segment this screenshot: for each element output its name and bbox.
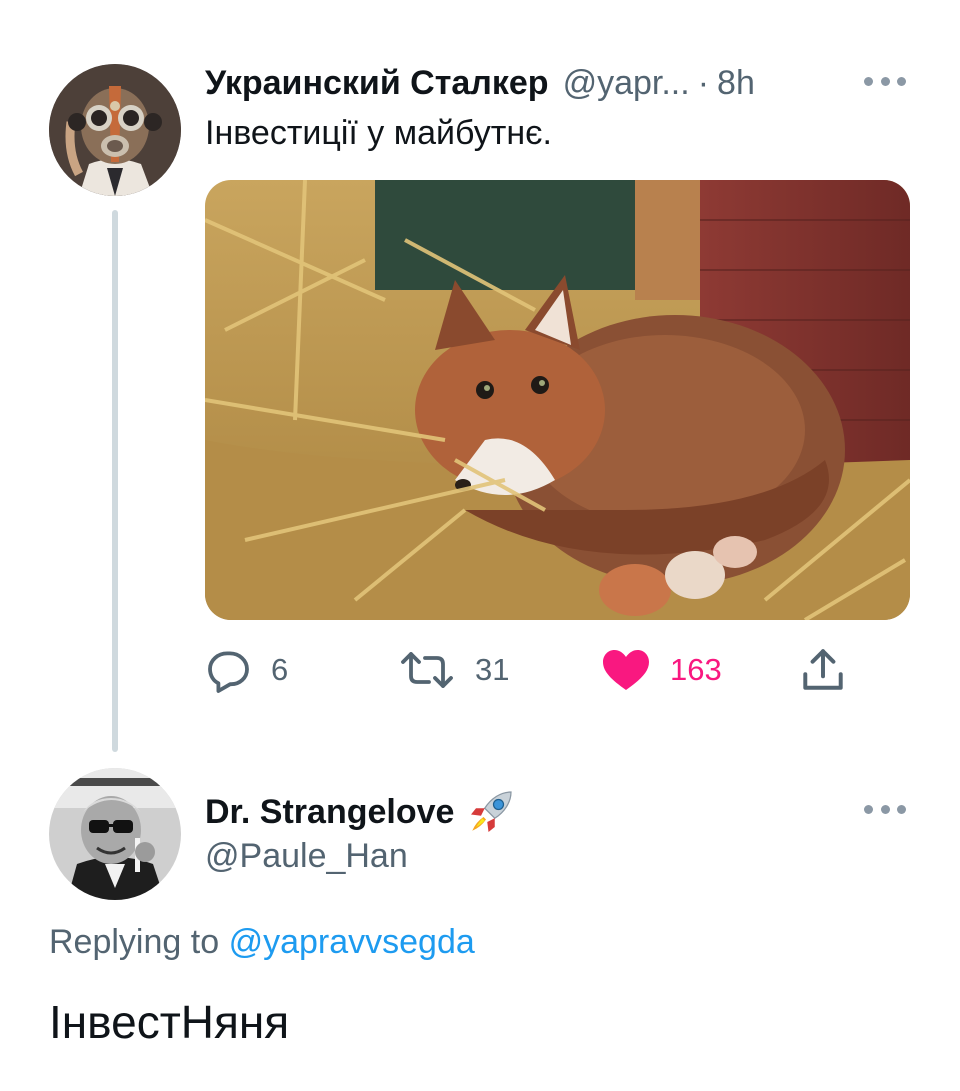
author-display-name[interactable]: Dr. Strangelove: [205, 793, 454, 832]
replying-to-mention[interactable]: @yapravvsegda: [229, 923, 475, 961]
share-icon: [803, 649, 843, 690]
heart-icon: [603, 650, 649, 690]
retweet-count: 31: [475, 652, 510, 687]
thread-line: [112, 210, 118, 752]
more-options-icon[interactable]: [864, 75, 906, 87]
like-button[interactable]: 163: [600, 640, 722, 700]
tweet-actions-bar: 6 31 163: [205, 640, 865, 700]
share-button[interactable]: [798, 640, 848, 700]
reply-button[interactable]: 6: [205, 640, 288, 700]
replying-to-line: Replying to @yapravvsegda: [49, 923, 475, 962]
rocket-icon: [471, 791, 513, 832]
more-options-icon[interactable]: [864, 803, 906, 815]
tweet-text: Інвестиції у майбутнє.: [205, 114, 552, 152]
retweet-icon: [401, 652, 453, 688]
reply-count: 6: [271, 652, 289, 687]
tweet-header: Украинский Сталкер @yapr... · 8h: [205, 60, 755, 106]
reply-icon: [208, 651, 249, 693]
author-handle[interactable]: @Paule_Han: [205, 837, 408, 876]
author-display-name[interactable]: Украинский Сталкер: [205, 64, 549, 103]
avatar[interactable]: [49, 768, 181, 900]
retweet-button[interactable]: 31: [397, 640, 509, 700]
fox-in-nest-photo: [205, 180, 910, 620]
replying-prefix: Replying to: [49, 923, 220, 961]
header-separator: ·: [697, 63, 710, 102]
tweet-header: Dr. Strangelove: [205, 787, 516, 837]
like-count: 163: [670, 652, 722, 687]
tweet-media-photo[interactable]: [205, 180, 910, 620]
author-handle[interactable]: @yapr...: [563, 64, 690, 103]
avatar[interactable]: [49, 64, 181, 196]
tweet-timestamp[interactable]: 8h: [717, 64, 755, 103]
tweet-text: ІнвестНяня: [49, 996, 290, 1048]
